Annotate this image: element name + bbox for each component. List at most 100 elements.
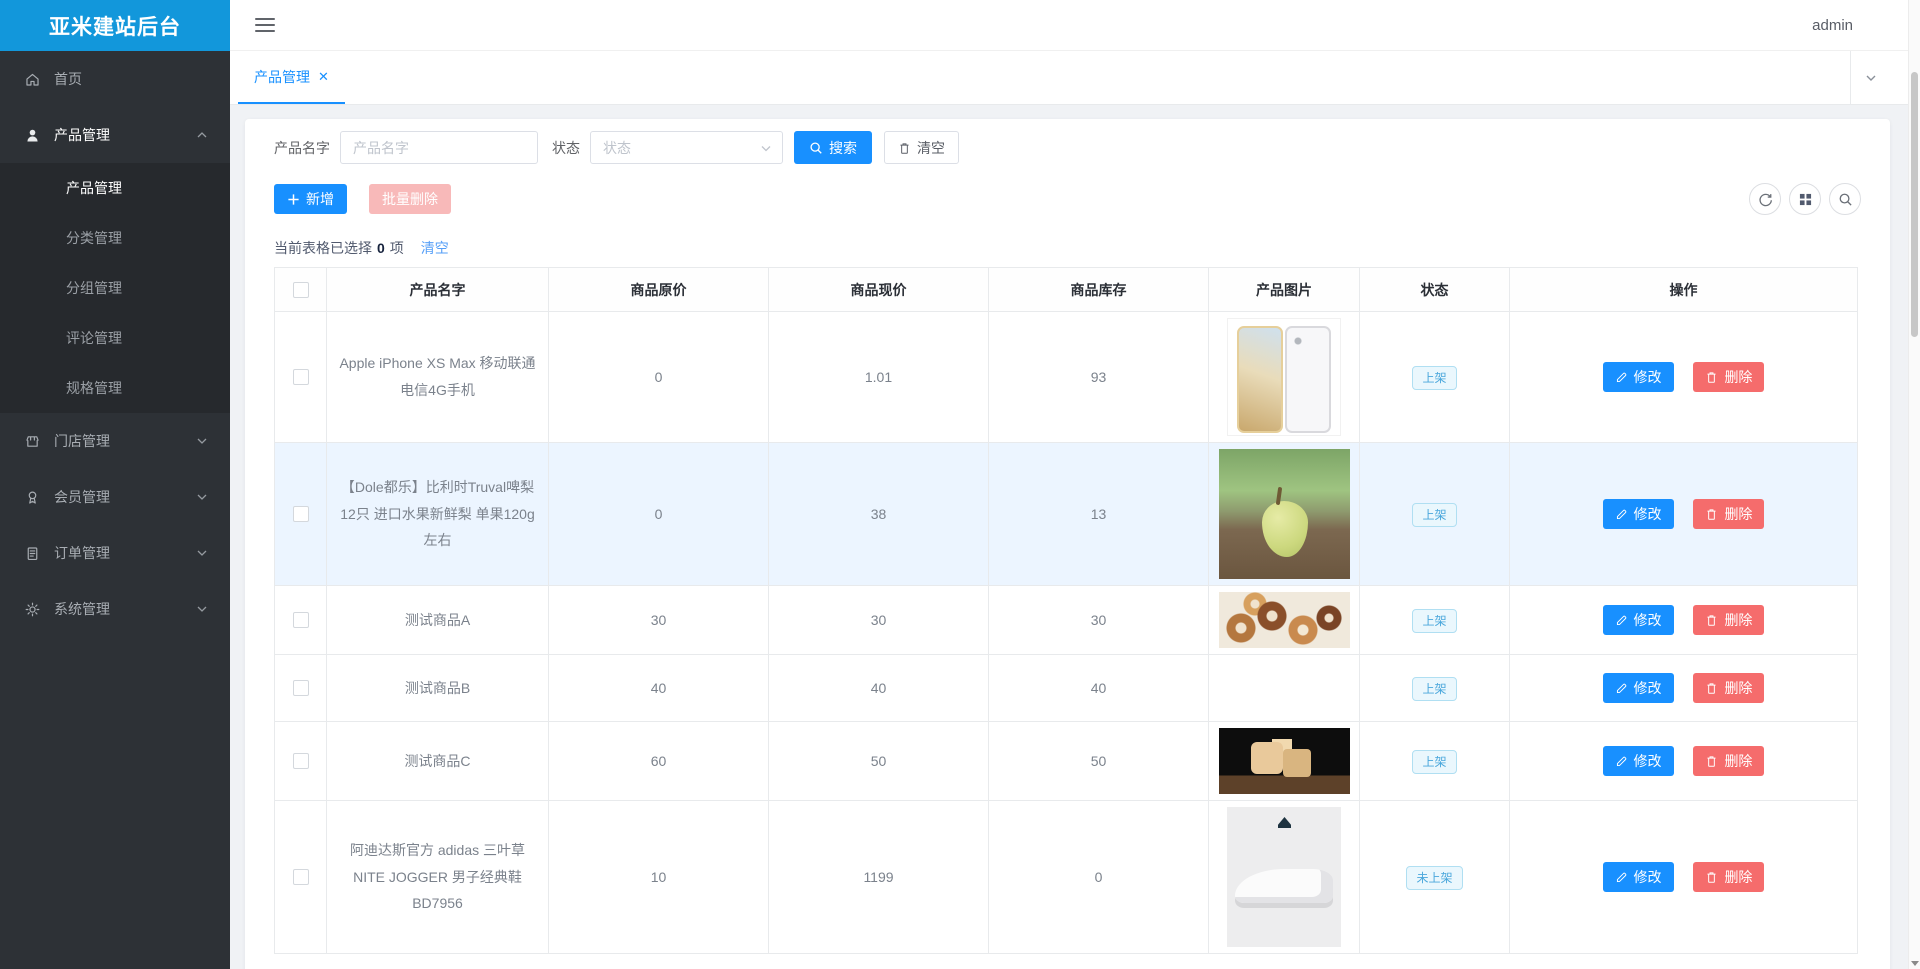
sidebar-item-store-mgmt[interactable]: 门店管理 bbox=[0, 413, 230, 469]
delete-button[interactable]: 删除 bbox=[1693, 361, 1765, 392]
product-stock: 13 bbox=[988, 442, 1209, 586]
add-button-label: 新增 bbox=[306, 191, 334, 207]
edit-button-label: 修改 bbox=[1633, 680, 1662, 697]
sidebar-item-home[interactable]: 首页 bbox=[0, 51, 230, 107]
edit-button[interactable]: 修改 bbox=[1602, 673, 1674, 704]
product-stock: 40 bbox=[988, 654, 1209, 722]
delete-button[interactable]: 删除 bbox=[1693, 745, 1765, 776]
sidebar-subitem-comment-mgmt[interactable]: 评论管理 bbox=[0, 313, 230, 363]
delete-button[interactable]: 删除 bbox=[1693, 672, 1765, 703]
row-checkbox[interactable] bbox=[292, 869, 309, 885]
table-row: Apple iPhone XS Max 移动联通电信4G手机 0 1.01 93… bbox=[274, 311, 1858, 443]
product-original-price: 0 bbox=[548, 311, 769, 443]
product-original-price: 30 bbox=[548, 585, 769, 655]
sidebar-item-member-mgmt[interactable]: 会员管理 bbox=[0, 469, 230, 525]
top-header: admin bbox=[230, 0, 1908, 51]
tab-label: 产品管理 bbox=[254, 68, 310, 85]
select-all-checkbox[interactable] bbox=[292, 281, 309, 298]
edit-button[interactable]: 修改 bbox=[1602, 499, 1674, 530]
edit-button[interactable]: 修改 bbox=[1602, 862, 1674, 893]
row-checkbox[interactable] bbox=[292, 506, 309, 522]
delete-button-label: 删除 bbox=[1724, 505, 1753, 522]
chevron-down-icon bbox=[197, 494, 207, 500]
edit-button-label: 修改 bbox=[1633, 369, 1662, 386]
product-image bbox=[1218, 592, 1350, 648]
add-button[interactable]: 新增 bbox=[274, 184, 347, 214]
table-tool-icons bbox=[1749, 183, 1861, 215]
sidebar-subitem-group-mgmt[interactable]: 分组管理 bbox=[0, 263, 230, 313]
gear-icon bbox=[25, 602, 40, 616]
trash-icon bbox=[900, 142, 909, 154]
product-image bbox=[1227, 807, 1341, 947]
product-stock: 30 bbox=[988, 585, 1209, 655]
chevron-down-icon bbox=[761, 145, 771, 151]
tab-product-mgmt[interactable]: 产品管理 ✕ bbox=[238, 51, 345, 104]
table-search-button[interactable] bbox=[1829, 183, 1861, 215]
submenu-label: 规格管理 bbox=[66, 380, 122, 396]
selection-count: 0 bbox=[377, 240, 385, 256]
delete-button[interactable]: 删除 bbox=[1693, 498, 1765, 529]
page-scrollbar[interactable] bbox=[1908, 0, 1920, 969]
scrollbar-down-arrow[interactable] bbox=[1909, 957, 1920, 969]
delete-button[interactable]: 删除 bbox=[1693, 604, 1765, 635]
product-original-price: 40 bbox=[548, 654, 769, 722]
column-header-image: 产品图片 bbox=[1208, 267, 1360, 312]
hamburger-menu-icon[interactable] bbox=[255, 18, 275, 32]
app-window: 亚米建站后台 首页 产品管理 产品管理 分类管理 分组管理 评论管理 规格管理 … bbox=[0, 0, 1908, 969]
row-checkbox[interactable] bbox=[292, 369, 309, 385]
delete-button-label: 删除 bbox=[1724, 368, 1753, 385]
sidebar-subitem-spec-mgmt[interactable]: 规格管理 bbox=[0, 363, 230, 413]
sidebar-subitem-product-mgmt[interactable]: 产品管理 bbox=[0, 163, 230, 213]
sidebar-item-order-mgmt[interactable]: 订单管理 bbox=[0, 525, 230, 581]
product-table-body: Apple iPhone XS Max 移动联通电信4G手机 0 1.01 93… bbox=[274, 311, 1858, 954]
user-icon bbox=[27, 129, 38, 141]
table-row: 测试商品B 40 40 40 上架 修改 删除 bbox=[274, 654, 1858, 722]
pencil-icon bbox=[1616, 509, 1626, 519]
tab-close-icon[interactable]: ✕ bbox=[318, 70, 329, 83]
refresh-button[interactable] bbox=[1749, 183, 1781, 215]
status-label: 状态 bbox=[552, 139, 580, 156]
edit-button-label: 修改 bbox=[1633, 612, 1662, 629]
row-checkbox[interactable] bbox=[292, 612, 309, 628]
table-row: 阿迪达斯官方 adidas 三叶草 NITE JOGGER 男子经典鞋BD795… bbox=[274, 800, 1858, 954]
trash-icon bbox=[1707, 756, 1716, 767]
product-name-input[interactable] bbox=[340, 131, 538, 164]
user-menu[interactable]: admin bbox=[1812, 17, 1853, 34]
row-checkbox[interactable] bbox=[292, 753, 309, 769]
columns-button[interactable] bbox=[1789, 183, 1821, 215]
refresh-icon bbox=[1758, 193, 1772, 206]
sidebar-subitem-category-mgmt[interactable]: 分类管理 bbox=[0, 213, 230, 263]
column-header-original-price: 商品原价 bbox=[548, 267, 769, 312]
product-current-price: 1.01 bbox=[768, 311, 989, 443]
status-badge: 上架 bbox=[1412, 608, 1457, 634]
status-select-placeholder: 状态 bbox=[603, 139, 631, 156]
row-checkbox[interactable] bbox=[292, 680, 309, 696]
status-badge: 未上架 bbox=[1406, 865, 1463, 891]
clear-button[interactable]: 清空 bbox=[884, 131, 959, 164]
sidebar: 亚米建站后台 首页 产品管理 产品管理 分类管理 分组管理 评论管理 规格管理 … bbox=[0, 0, 230, 969]
status-badge: 上架 bbox=[1412, 749, 1457, 775]
search-button[interactable]: 搜索 bbox=[794, 131, 872, 164]
chevron-up-icon bbox=[197, 132, 207, 138]
sidebar-item-system-mgmt[interactable]: 系统管理 bbox=[0, 581, 230, 637]
selection-clear-link[interactable]: 清空 bbox=[421, 238, 449, 258]
sidebar-submenu-product: 产品管理 分类管理 分组管理 评论管理 规格管理 bbox=[0, 163, 230, 413]
tab-options-button[interactable] bbox=[1850, 51, 1890, 104]
clear-button-label: 清空 bbox=[917, 139, 945, 156]
sidebar-item-label: 产品管理 bbox=[54, 127, 110, 143]
delete-button[interactable]: 删除 bbox=[1693, 861, 1765, 892]
edit-button[interactable]: 修改 bbox=[1602, 362, 1674, 393]
status-select[interactable]: 状态 bbox=[590, 131, 783, 164]
sidebar-item-product-mgmt[interactable]: 产品管理 bbox=[0, 107, 230, 163]
batch-delete-button[interactable]: 批量删除 bbox=[369, 184, 451, 214]
edit-button[interactable]: 修改 bbox=[1602, 605, 1674, 636]
table-row: 测试商品C 60 50 50 上架 修改 删除 bbox=[274, 721, 1858, 801]
product-name: 测试商品A bbox=[326, 585, 549, 655]
trash-icon bbox=[1707, 872, 1716, 883]
search-icon bbox=[810, 141, 822, 154]
chevron-down-icon bbox=[197, 438, 207, 444]
submenu-label: 产品管理 bbox=[66, 180, 122, 196]
edit-button[interactable]: 修改 bbox=[1602, 746, 1674, 777]
pencil-icon bbox=[1616, 615, 1626, 625]
scrollbar-thumb[interactable] bbox=[1911, 72, 1918, 337]
